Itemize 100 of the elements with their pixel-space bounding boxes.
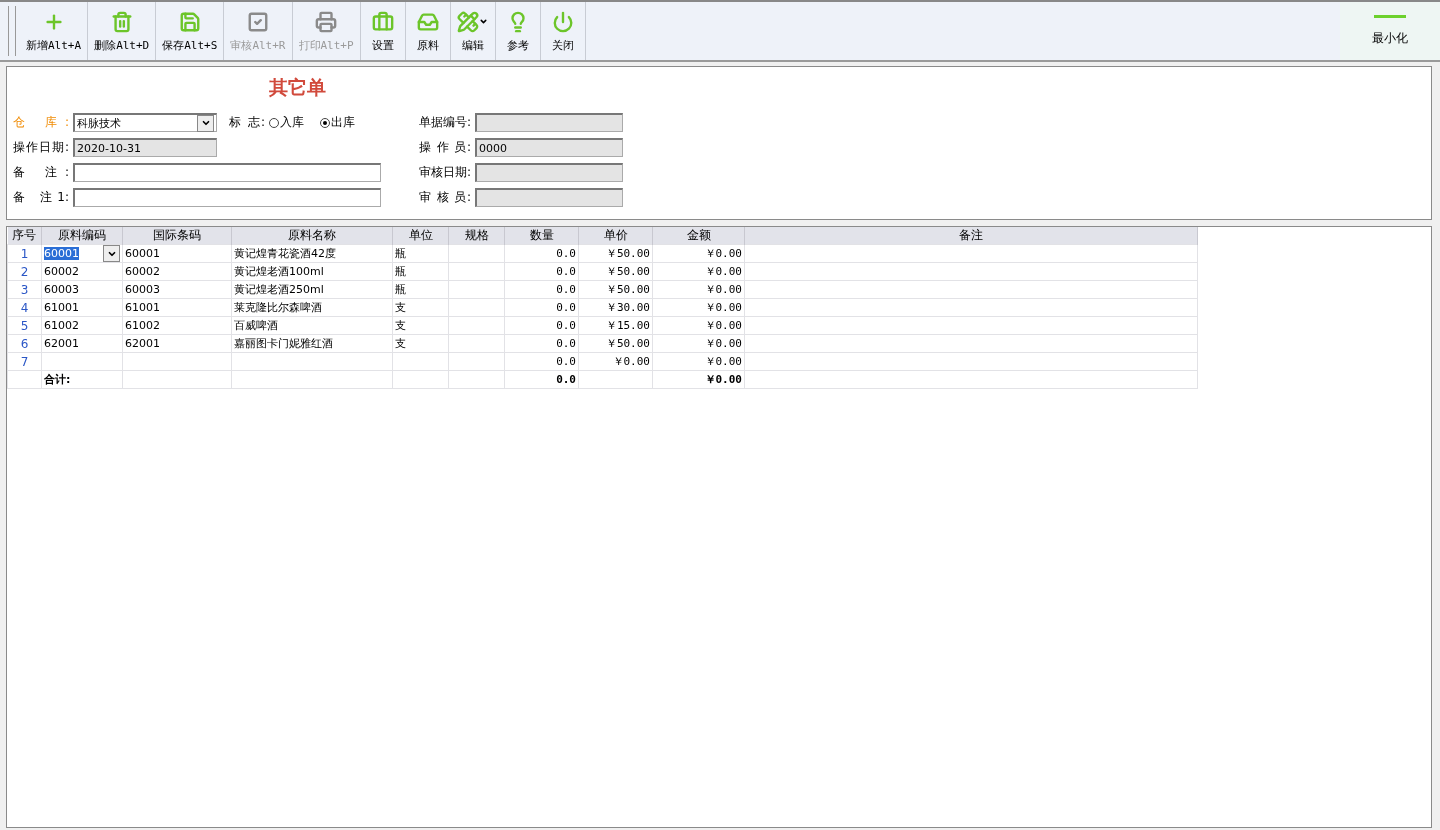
row-number: 1 xyxy=(7,244,42,263)
column-header[interactable]: 备注 xyxy=(744,227,1198,245)
table-cell: 0.0 xyxy=(504,316,579,335)
column-header[interactable]: 原料名称 xyxy=(231,227,393,245)
radio-option[interactable]: 出库 xyxy=(320,114,355,131)
table-cell: 瓶 xyxy=(392,280,449,299)
warehouse-select[interactable]: 科脉技术 xyxy=(73,113,217,132)
input-field[interactable] xyxy=(73,163,381,182)
table-cell: 0.0 xyxy=(504,280,579,299)
table-cell: ￥30.00 xyxy=(578,298,653,317)
input-field[interactable] xyxy=(475,113,623,132)
table-cell: 60002 xyxy=(122,262,232,281)
column-header[interactable]: 国际条码 xyxy=(122,227,232,245)
cell-editor[interactable]: 60001 xyxy=(44,247,79,260)
table-cell: 61002 xyxy=(41,316,123,335)
field-label: 单据编号: xyxy=(419,114,471,131)
table-cell: 62001 xyxy=(122,334,232,353)
table-cell: 60002 xyxy=(41,262,123,281)
table-cell: 60003 xyxy=(41,280,123,299)
field-label: 仓 库: xyxy=(13,114,69,131)
table-cell: 61001 xyxy=(122,298,232,317)
field-label: 标 志: xyxy=(229,114,265,131)
table-cell: ￥0.00 xyxy=(578,352,653,371)
column-header[interactable]: 规格 xyxy=(448,227,505,245)
pencil-ruler-icon xyxy=(457,10,480,33)
table-cell: ￥0.00 xyxy=(652,298,745,317)
field-label: 操作日期: xyxy=(13,139,69,156)
column-header[interactable]: 单价 xyxy=(578,227,653,245)
table-cell: 0.0 xyxy=(504,370,579,389)
table-cell: 瓶 xyxy=(392,262,449,281)
table-cell: 0.0 xyxy=(504,244,579,263)
table-cell: 瓶 xyxy=(392,244,449,263)
total-label: 合计: xyxy=(41,370,123,389)
table-cell: ￥15.00 xyxy=(578,316,653,335)
checked-window-icon xyxy=(246,10,269,33)
table-cell: 62001 xyxy=(41,334,123,353)
caret-icon xyxy=(200,118,211,128)
table-cell: 60003 xyxy=(122,280,232,299)
row-number: 4 xyxy=(7,298,42,317)
toolbar-button[interactable]: 删除Alt+D xyxy=(88,2,157,60)
row-number: 7 xyxy=(7,352,42,371)
power-icon xyxy=(551,10,574,33)
table-cell: 支 xyxy=(392,316,449,335)
toolbar-button[interactable]: 关闭 xyxy=(540,2,586,60)
table-cell: ￥0.00 xyxy=(652,316,745,335)
toolbar-button[interactable]: 原料 xyxy=(405,2,451,60)
column-header[interactable]: 单位 xyxy=(392,227,449,245)
table-cell: 支 xyxy=(392,334,449,353)
minimize-button[interactable]: 最小化 xyxy=(1340,2,1440,60)
input-field[interactable] xyxy=(73,188,381,207)
column-header[interactable]: 序号 xyxy=(7,227,42,245)
toolbar-button[interactable]: 新增Alt+A xyxy=(20,2,89,60)
form-title: 其它单 xyxy=(269,75,326,100)
table-cell: 60001 xyxy=(122,244,232,263)
printer-icon xyxy=(315,10,338,33)
table-cell: 0.0 xyxy=(504,334,579,353)
table-cell: ￥50.00 xyxy=(578,280,653,299)
column-header[interactable]: 原料编码 xyxy=(41,227,123,245)
field-label: 审核日期: xyxy=(419,164,471,181)
toolbar-button[interactable]: 编辑 xyxy=(450,2,496,60)
field-label: 操 作 员: xyxy=(419,139,471,156)
input-field[interactable]: 0000 xyxy=(475,138,623,157)
table-cell: 0.0 xyxy=(504,352,579,371)
toolbar-grip[interactable] xyxy=(8,6,16,56)
table-cell: ￥0.00 xyxy=(652,244,745,263)
table-cell: 嘉丽图卡门妮雅红酒 xyxy=(231,334,393,353)
table-cell: ￥50.00 xyxy=(578,262,653,281)
toolbar-button[interactable]: 参考 xyxy=(495,2,541,60)
row-number: 6 xyxy=(7,334,42,353)
toolbar-button[interactable]: 保存Alt+S xyxy=(156,2,225,60)
table-cell: 0.0 xyxy=(504,262,579,281)
table-cell: 61002 xyxy=(122,316,232,335)
column-header[interactable]: 数量 xyxy=(504,227,579,245)
column-header[interactable]: 金额 xyxy=(652,227,745,245)
table-cell: 黄记煌老酒250ml xyxy=(231,280,393,299)
briefcase-icon xyxy=(371,10,394,33)
table-cell: ￥0.00 xyxy=(652,352,745,371)
radio-option[interactable]: 入库 xyxy=(269,114,304,131)
table-cell: 百威啤酒 xyxy=(231,316,393,335)
row-number: 3 xyxy=(7,280,42,299)
table-cell: 黄记煌青花瓷酒42度 xyxy=(231,244,393,263)
row-number: 5 xyxy=(7,316,42,335)
trash-icon xyxy=(110,10,133,33)
minimize-icon xyxy=(1374,15,1406,18)
table-cell: ￥0.00 xyxy=(652,370,745,389)
input-field[interactable] xyxy=(475,163,623,182)
table-cell: ￥0.00 xyxy=(652,334,745,353)
table-cell: 支 xyxy=(392,298,449,317)
table-cell: 黄记煌老酒100ml xyxy=(231,262,393,281)
field-label: 备 注: xyxy=(13,164,69,181)
toolbar-button[interactable]: 设置 xyxy=(360,2,406,60)
field-label: 备 注1: xyxy=(13,189,69,206)
row-number: 2 xyxy=(7,262,42,281)
input-field[interactable] xyxy=(475,188,623,207)
table-cell: 0.0 xyxy=(504,298,579,317)
table-cell: ￥0.00 xyxy=(652,280,745,299)
tray-icon xyxy=(416,10,439,33)
table-cell: ￥50.00 xyxy=(578,244,653,263)
date-field[interactable]: 2020-10-31 xyxy=(73,138,217,157)
table-cell: ￥0.00 xyxy=(652,262,745,281)
